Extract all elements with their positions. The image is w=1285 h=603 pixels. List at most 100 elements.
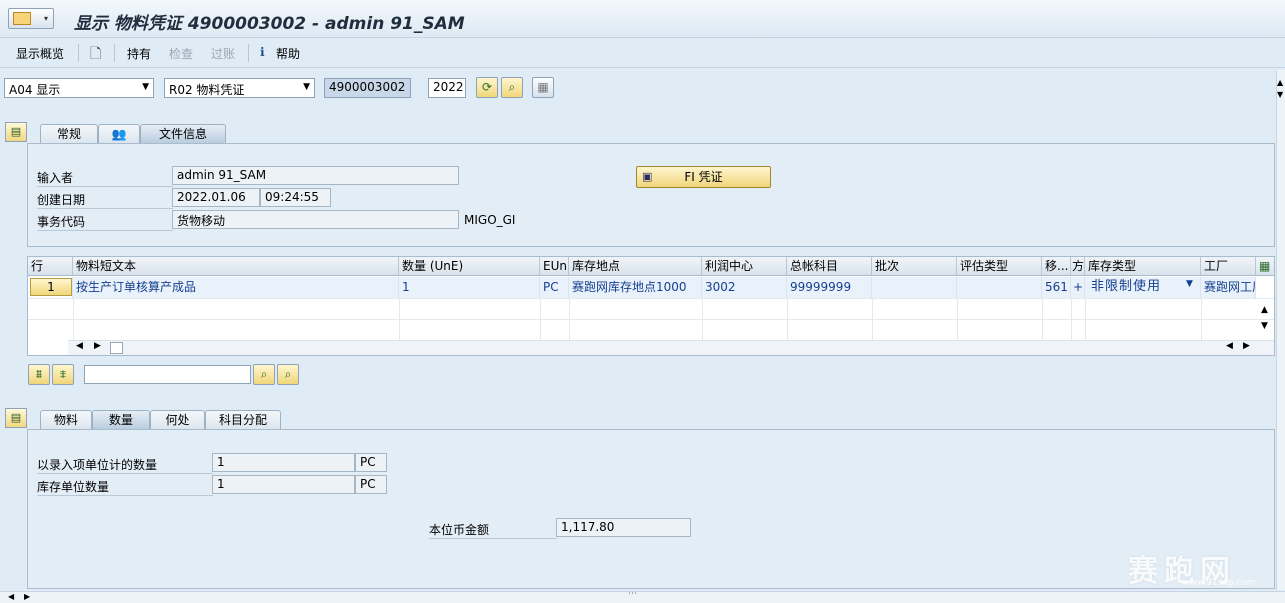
year-input[interactable]: 2022 (428, 78, 466, 98)
scroll-up-icon[interactable]: ▲ (1261, 305, 1268, 315)
table-cell-movement-type[interactable]: 561 (1042, 277, 1071, 298)
document-number-input[interactable]: 4900003002 (324, 78, 411, 98)
col-divider (569, 298, 570, 340)
column-header-profit-center[interactable]: 利润中心 (702, 257, 787, 276)
help-icon[interactable]: ℹ (260, 45, 265, 59)
settings-grid-icon[interactable]: ▦ (532, 77, 554, 98)
tab-quantity[interactable]: 数量 (92, 410, 150, 430)
tab-partners[interactable]: 👥 (98, 124, 140, 144)
toolbar-separator (114, 44, 115, 62)
column-header-movement-type[interactable]: 移... (1042, 257, 1071, 276)
scroll-right-icon[interactable]: ▶ (94, 341, 101, 351)
chevron-down-icon[interactable]: ▼ (1186, 279, 1193, 289)
column-header-direction[interactable]: 方 (1071, 257, 1085, 276)
resize-grip[interactable]: ⋯ (628, 589, 637, 599)
qty-base-label: 库存单位数量 (37, 478, 213, 496)
column-header-gl-account[interactable]: 总帐科目 (787, 257, 872, 276)
scroll-down-icon[interactable]: ▼ (1277, 90, 1283, 99)
find-binoculars-icon[interactable]: ⌕ (501, 77, 523, 98)
amount-local-currency-field[interactable]: 1,117.80 (556, 518, 691, 537)
fi-document-label: FI 凭证 (684, 170, 723, 184)
post-button[interactable]: 过账 (211, 45, 235, 62)
column-layout-icon[interactable]: ▦ (1256, 257, 1274, 276)
column-header-stock-type[interactable]: 库存类型 (1085, 257, 1201, 276)
hold-button[interactable]: 持有 (127, 45, 151, 62)
scroll-up-icon[interactable]: ▲ (1277, 78, 1283, 87)
row-select-button[interactable]: 1 (30, 278, 72, 296)
window-horizontal-scrollbar[interactable]: ◀ ▶ ⋯ (0, 589, 1285, 603)
transaction-code-label: 事务代码 (37, 213, 173, 231)
page-title: 显示 物料凭证 4900003002 - admin 91_SAM (74, 14, 465, 34)
table-cell-direction[interactable]: + (1071, 277, 1085, 298)
table-cell-profit-center[interactable]: 3002 (702, 277, 787, 298)
scroll-left-icon[interactable]: ◀ (1226, 341, 1233, 351)
qty-entry-unit-field[interactable]: PC (355, 453, 387, 472)
system-menu-button[interactable]: ▾ (8, 8, 54, 29)
detail-toggle-icon[interactable]: ▤ (5, 408, 27, 428)
action-select[interactable]: A04 显示 ▼ (4, 78, 154, 98)
created-date-field[interactable]: 2022.01.06 (172, 188, 260, 207)
column-header-line[interactable]: 行 (28, 257, 73, 276)
reference-select[interactable]: R02 物料凭证 ▼ (164, 78, 315, 98)
toolbar-separator (78, 44, 79, 62)
row-divider (28, 298, 1274, 299)
table-cell-quantity[interactable]: 1 (399, 277, 540, 298)
scroll-left-icon[interactable]: ◀ (76, 341, 83, 351)
qty-base-field[interactable]: 1 (212, 475, 355, 494)
qty-entry-field[interactable]: 1 (212, 453, 355, 472)
table-cell-stock-type[interactable]: 非限制使用 (1085, 277, 1201, 298)
find-next-icon[interactable]: ⌕ (277, 364, 299, 385)
scroll-right-icon[interactable]: ▶ (24, 592, 30, 601)
column-header-storage-location[interactable]: 库存地点 (569, 257, 702, 276)
tab-where[interactable]: 何处 (150, 410, 205, 430)
fi-document-button[interactable]: ▣ FI 凭证 (636, 166, 771, 188)
col-divider (957, 298, 958, 340)
tab-document-info[interactable]: 文件信息 (140, 124, 226, 144)
row-divider (28, 319, 1274, 320)
qty-base-unit-field[interactable]: PC (355, 475, 387, 494)
execute-icon[interactable]: ⟳ (476, 77, 498, 98)
deselect-all-icon[interactable]: ⩨ (52, 364, 74, 385)
tab-account-assignment[interactable]: 科目分配 (205, 410, 281, 430)
amount-local-currency-label: 本位币金额 (429, 521, 557, 539)
column-header-quantity[interactable]: 数量 (UnE) (399, 257, 540, 276)
transaction-code-extra: MIGO_GI (464, 213, 516, 227)
table-cell-valuation-type[interactable] (957, 277, 1042, 298)
column-header-unit[interactable]: EUn (540, 257, 569, 276)
tab-general[interactable]: 常规 (40, 124, 98, 144)
column-header-material-text[interactable]: 物料短文本 (73, 257, 399, 276)
scroll-right-icon[interactable]: ▶ (1243, 341, 1250, 351)
col-divider (1071, 298, 1072, 340)
scroll-left-icon[interactable]: ◀ (8, 592, 14, 601)
find-binoculars-icon[interactable]: ⌕ (253, 364, 275, 385)
entered-by-field[interactable]: admin 91_SAM (172, 166, 459, 185)
table-cell-plant[interactable]: 赛跑网工厂 (1201, 277, 1256, 298)
new-document-icon[interactable]: 🗋 (90, 43, 101, 67)
help-button[interactable]: 帮助 (276, 45, 300, 62)
col-divider (1042, 298, 1043, 340)
column-header-plant[interactable]: 工厂 (1201, 257, 1256, 276)
chevron-down-icon: ▼ (142, 82, 149, 92)
check-button[interactable]: 检查 (169, 45, 193, 62)
tab-material[interactable]: 物料 (40, 410, 92, 430)
table-search-input[interactable] (84, 365, 251, 384)
table-cell-material-text[interactable]: 按生产订单核算产成品 (73, 277, 399, 298)
scroll-thumb[interactable] (110, 342, 123, 354)
chevron-down-icon: ▼ (303, 82, 310, 92)
transaction-code-field[interactable]: 货物移动 (172, 210, 459, 229)
table-cell-gl-account[interactable]: 99999999 (787, 277, 872, 298)
col-divider (1085, 298, 1086, 340)
column-header-valuation-type[interactable]: 评估类型 (957, 257, 1042, 276)
display-overview-button[interactable]: 显示概览 (16, 45, 64, 62)
created-time-field[interactable]: 09:24:55 (260, 188, 331, 207)
window-vertical-scrollbar[interactable]: ▲ ▼ (1276, 70, 1285, 590)
column-header-batch[interactable]: 批次 (872, 257, 957, 276)
table-cell-unit[interactable]: PC (540, 277, 569, 298)
table-horizontal-scrollbar[interactable]: ◀ ▶ ◀ ▶ (68, 340, 1274, 355)
select-all-icon[interactable]: ⩩ (28, 364, 50, 385)
table-cell-storage-location[interactable]: 赛跑网库存地点1000 (569, 277, 702, 298)
document-list-icon: ▣ (642, 170, 653, 183)
table-cell-batch[interactable] (872, 277, 957, 298)
header-toggle-icon[interactable]: ▤ (5, 122, 27, 142)
scroll-down-icon[interactable]: ▼ (1261, 321, 1268, 331)
